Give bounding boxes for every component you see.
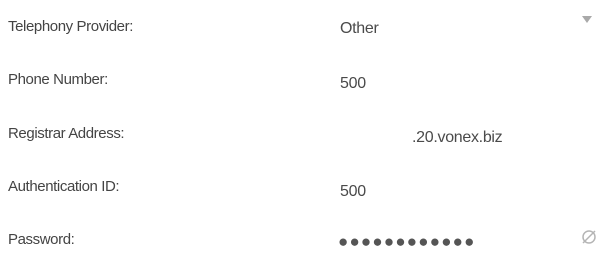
password-value: ●●●●●●●●●●●● [338, 232, 476, 251]
password-field[interactable]: ●●●●●●●●●●●● [332, 225, 602, 255]
telephony-provider-value: Other [340, 20, 379, 37]
telephony-settings-form: Telephony Provider: Other Phone Number: … [0, 0, 610, 273]
telephony-provider-label: Telephony Provider: [8, 18, 133, 35]
phone-number-row: Phone Number: 500 [0, 63, 610, 103]
authentication-id-field[interactable]: 500 [332, 171, 602, 201]
telephony-provider-select[interactable]: Other [332, 10, 602, 40]
authentication-id-row: Authentication ID: 500 [0, 171, 610, 211]
registrar-address-value: .20.vonex.biz [412, 129, 503, 146]
telephony-provider-row: Telephony Provider: Other [0, 10, 610, 50]
password-row: Password: ●●●●●●●●●●●● [0, 225, 610, 265]
authentication-id-label: Authentication ID: [8, 178, 120, 195]
password-label: Password: [8, 231, 75, 248]
registrar-address-row: Registrar Address: .20.vonex.biz [0, 117, 610, 157]
phone-number-value: 500 [340, 75, 366, 92]
phone-number-field[interactable]: 500 [332, 63, 602, 93]
phone-number-label: Phone Number: [8, 71, 108, 88]
authentication-id-value: 500 [340, 183, 366, 200]
eye-slash-icon[interactable] [580, 228, 598, 246]
registrar-address-label: Registrar Address: [8, 125, 125, 142]
chevron-down-icon[interactable] [582, 16, 592, 23]
registrar-address-field[interactable]: .20.vonex.biz [332, 117, 602, 147]
